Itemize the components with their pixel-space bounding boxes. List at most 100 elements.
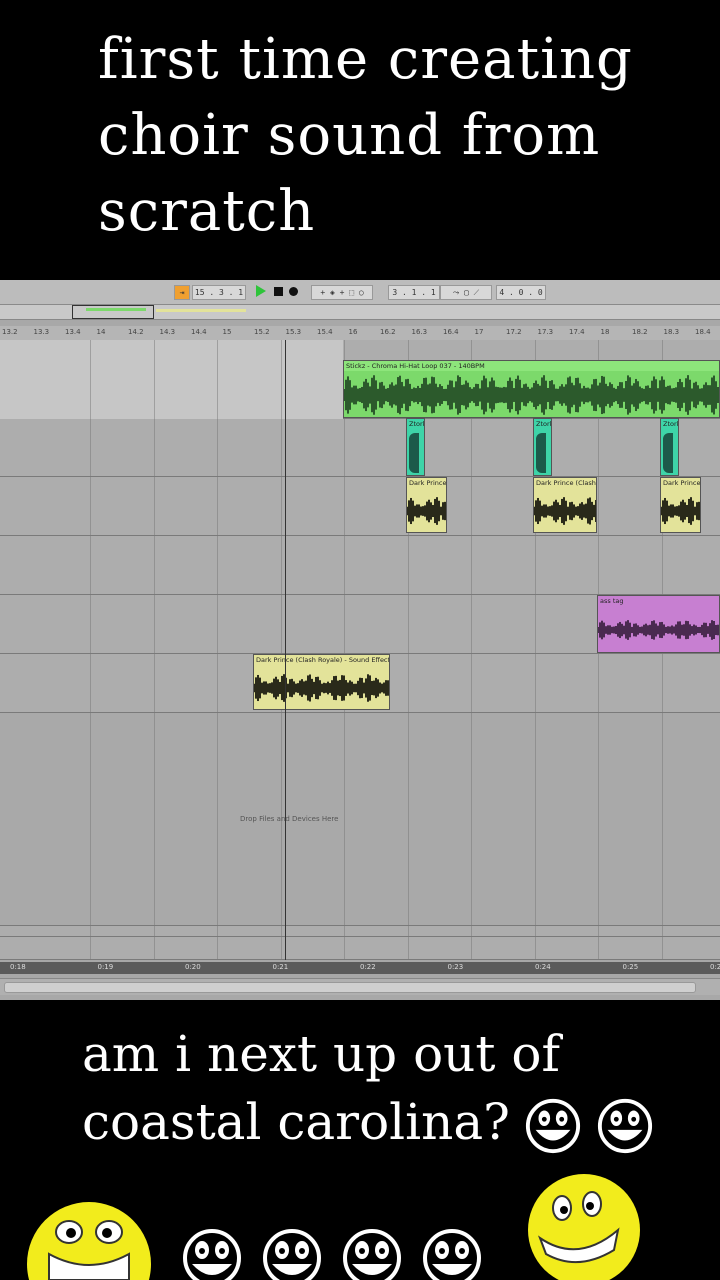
clip-label: ass tag — [600, 597, 624, 605]
track-lane-empty[interactable] — [0, 536, 720, 595]
time-tick-label: 0:21 — [272, 963, 289, 971]
time-tick-label: 0:18 — [10, 963, 26, 971]
yellow-face-emoji-icon — [27, 1202, 151, 1280]
overview-clip — [86, 308, 146, 311]
grinning-emoji-icon — [343, 1229, 401, 1280]
grid-line — [90, 340, 91, 960]
grid-line — [344, 340, 345, 960]
clip-hihat[interactable]: Stickz - Chroma Hi-Hat Loop 037 - 140BPM — [343, 360, 720, 418]
clip-label: Stickz - Chroma Hi-Hat Loop 037 - 140BPM — [346, 362, 485, 370]
time-ruler[interactable]: 0:18 0:19 0:20 0:21 0:22 0:23 0:24 0:25 0:2 — [0, 962, 720, 974]
ruler-tick-label: 14.4 — [191, 328, 207, 336]
waveform — [254, 674, 389, 702]
caption-top-line3: scratch — [98, 179, 316, 244]
clip-ztork-3[interactable]: Ztork — [660, 418, 679, 476]
stop-icon[interactable] — [274, 287, 283, 296]
overview-clip — [156, 309, 246, 312]
caption-top-line1: first time creating — [98, 27, 633, 92]
caption-bottom-line1: am i next up out of — [82, 1025, 560, 1083]
follow-button[interactable]: ⇥ — [174, 285, 190, 300]
grid-line — [280, 340, 282, 960]
track-lane-ztork[interactable] — [0, 419, 720, 477]
master-lane[interactable] — [0, 926, 720, 937]
ruler-tick-label: 15.2 — [254, 328, 270, 336]
clip-label: Ztork — [663, 420, 679, 428]
time-tick-label: 0:19 — [97, 963, 114, 971]
time-tick-label: 0:23 — [447, 963, 464, 971]
ruler-tick-label: 15.4 — [317, 328, 333, 336]
grid-line — [217, 340, 218, 960]
time-tick-label: 0:2 — [710, 963, 720, 971]
track-lane-dark-prince[interactable] — [0, 477, 720, 536]
clip-dark-prince-2[interactable]: Dark Prince (Clash — [533, 477, 597, 533]
grinning-emoji-icon — [263, 1229, 321, 1280]
caption-top-line2: choir sound from — [98, 103, 601, 168]
ruler-tick-label: 14.2 — [128, 328, 144, 336]
ruler-tick-label: 17.2 — [506, 328, 522, 336]
ruler-tick-label: 16.3 — [411, 328, 428, 336]
ruler-tick-label: 18.3 — [663, 328, 680, 336]
clip-dark-prince-1[interactable]: Dark Prince — [406, 477, 447, 533]
grid-line — [471, 340, 472, 960]
clip-ass-tag[interactable]: ass tag — [597, 595, 720, 653]
time-tick-label: 0:25 — [622, 963, 639, 971]
record-icon[interactable] — [289, 287, 298, 296]
time-tick-label: 0:22 — [360, 963, 376, 971]
ruler-tick-label: 18.4 — [695, 328, 711, 336]
ruler-tick-label: 13.4 — [65, 328, 81, 336]
time-tick-label: 0:24 — [535, 963, 551, 971]
automation-buttons[interactable]: + ◈ + ⬚ ○ — [311, 285, 373, 300]
ruler-tick-label: 16 — [348, 328, 358, 336]
ruler-tick-label: 16.4 — [443, 328, 459, 336]
play-icon[interactable] — [256, 285, 266, 297]
grid-line — [153, 340, 155, 960]
ruler-tick-label: 17.4 — [569, 328, 585, 336]
loop-controls[interactable]: ⤳ ▢ ⟋ — [440, 285, 492, 300]
loop-region-shade — [0, 340, 343, 420]
ruler-tick-label: 14.3 — [159, 328, 176, 336]
ruler-tick-label: 18.2 — [632, 328, 648, 336]
clip-label: Ztork — [409, 420, 425, 428]
horizontal-scrollbar[interactable] — [0, 978, 720, 995]
ruler-tick-label: 14 — [96, 328, 106, 336]
drop-zone[interactable] — [0, 713, 720, 926]
clip-ztork-1[interactable]: Ztork — [406, 418, 425, 476]
clip-label: Dark Prince (Clash Royale) - Sound Effec… — [256, 656, 390, 664]
clip-label: Dark Prince — [409, 479, 447, 487]
return-lane[interactable] — [0, 937, 720, 960]
ruler-tick-label: 15.3 — [285, 328, 302, 336]
ruler-tick-label: 13.2 — [2, 328, 18, 336]
ruler-tick-label: 17.3 — [537, 328, 554, 336]
daw-arrangement-view: ⇥ 15 . 3 . 1 + ◈ + ⬚ ○ 3 . 1 . 1 ⤳ ▢ ⟋ 4… — [0, 280, 720, 1000]
arrangement-overview[interactable] — [0, 305, 720, 320]
yellow-face-emoji-icon — [528, 1174, 640, 1280]
ruler-tick-label: 18 — [600, 328, 610, 336]
waveform — [661, 497, 700, 525]
caption-bottom-line2-text: coastal carolina? — [82, 1093, 510, 1151]
clip-label: Dark Prince (Clash — [536, 479, 596, 487]
caption-bottom: am i next up out of coastal carolina? — [82, 1020, 712, 1156]
clip-dark-prince-3[interactable]: Dark Prince — [660, 477, 701, 533]
caption-bottom-line2: coastal carolina? — [82, 1088, 712, 1156]
grinning-emoji-icon — [423, 1229, 481, 1280]
ruler-tick-label: 16.2 — [380, 328, 396, 336]
loop-start-field[interactable]: 3 . 1 . 1 — [388, 285, 440, 300]
waveform — [407, 497, 446, 525]
song-position-field[interactable]: 15 . 3 . 1 — [192, 285, 246, 300]
grinning-emoji-icon — [183, 1229, 241, 1280]
scrollbar-thumb[interactable] — [4, 982, 696, 993]
loop-length-field[interactable]: 4 . 0 . 0 — [496, 285, 546, 300]
ruler-tick-label: 17 — [474, 328, 484, 336]
playhead[interactable] — [285, 340, 286, 960]
ruler-tick-label: 15 — [222, 328, 232, 336]
beat-ruler[interactable]: 13.2 13.3 13.4 14 14.2 14.3 14.4 15 15.2 15.3 15.4… — [0, 326, 720, 341]
grinning-emoji-icon — [525, 1098, 581, 1154]
clip-ztork-2[interactable]: Ztork — [533, 418, 552, 476]
waveform — [344, 375, 719, 415]
waveform — [598, 620, 719, 640]
caption-top: first time creating choir sound from scr… — [98, 22, 698, 250]
clip-dark-prince-full[interactable]: Dark Prince (Clash Royale) - Sound Effec… — [253, 654, 390, 710]
waveform — [536, 433, 546, 473]
ruler-tick-label: 13.3 — [33, 328, 50, 336]
waveform — [663, 433, 673, 473]
